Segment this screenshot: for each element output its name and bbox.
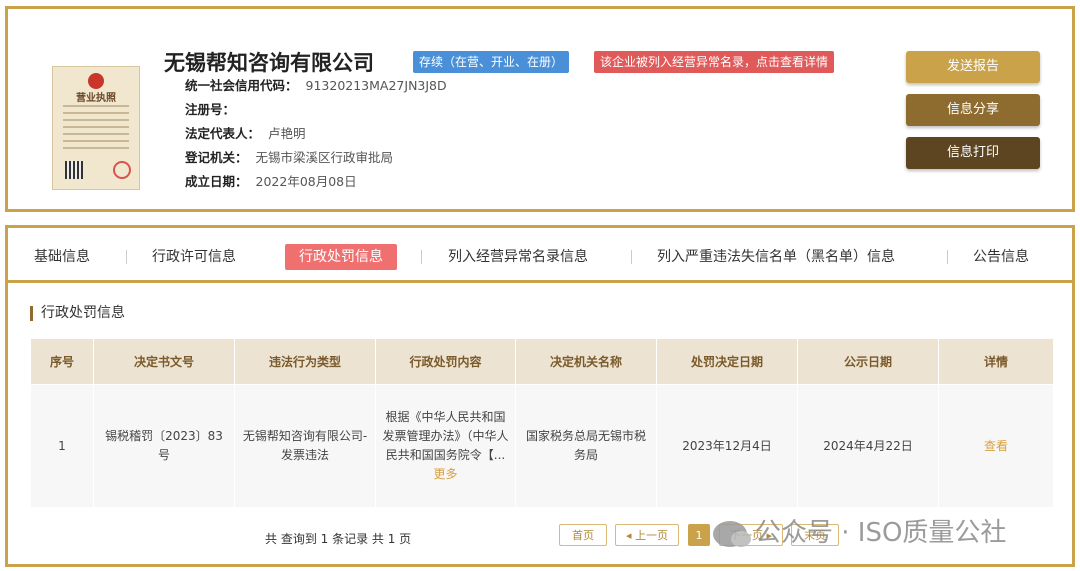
current-page-button[interactable]: 1 bbox=[688, 524, 710, 546]
print-info-button[interactable]: 信息打印 bbox=[906, 137, 1040, 169]
cell-no: 1 bbox=[30, 384, 94, 508]
establishment-date-value: 2022年08月08日 bbox=[255, 174, 357, 189]
registration-number-row: 注册号： bbox=[185, 99, 243, 118]
prev-page-button[interactable]: ◂ 上一页 bbox=[615, 524, 679, 546]
qr-code-icon bbox=[65, 161, 83, 179]
tab-administrative-license[interactable]: 行政许可信息 bbox=[152, 244, 236, 270]
watermark-text: 公众号 · ISO质量公社 bbox=[755, 518, 1007, 548]
business-license-image[interactable]: 营业执照 bbox=[52, 66, 140, 190]
license-title: 营业执照 bbox=[76, 93, 116, 104]
send-report-button[interactable]: 发送报告 bbox=[906, 51, 1040, 83]
col-header-authority: 决定机关名称 bbox=[515, 338, 657, 385]
share-info-button[interactable]: 信息分享 bbox=[906, 94, 1040, 126]
registration-authority-label: 登记机关： bbox=[185, 150, 248, 165]
tab-administrative-penalty[interactable]: 行政处罚信息 bbox=[285, 244, 397, 270]
cell-publish-date: 2024年4月22日 bbox=[797, 384, 939, 508]
penalty-content-text: 根据《中华人民共和国发票管理办法》（中华人民共和国国务院令【... bbox=[382, 410, 509, 462]
cell-violation-type: 无锡帮知咨询有限公司-发票违法 bbox=[234, 384, 376, 508]
tab-abnormal-list[interactable]: 列入经营异常名录信息 bbox=[448, 244, 588, 270]
credit-code-value: 91320213MA27JN3J8D bbox=[305, 78, 447, 93]
more-link[interactable]: 更多 bbox=[382, 465, 509, 484]
section-title: 行政处罚信息 bbox=[30, 306, 125, 321]
col-header-no: 序号 bbox=[30, 338, 94, 385]
cell-decision-date: 2023年12月4日 bbox=[656, 384, 798, 508]
seal-icon bbox=[113, 161, 131, 179]
cell-doc-no: 锡税稽罚〔2023〕83号 bbox=[93, 384, 235, 508]
col-header-detail: 详情 bbox=[938, 338, 1054, 385]
registration-authority-value: 无锡市梁溪区行政审批局 bbox=[255, 150, 394, 165]
abnormal-list-notice[interactable]: 该企业被列入经营异常名录，点击查看详情 bbox=[594, 51, 835, 73]
pagination-summary: 共 查询到 1 条记录 共 1 页 bbox=[265, 532, 412, 546]
legal-representative-label: 法定代表人： bbox=[185, 126, 261, 141]
legal-representative-row: 法定代表人： 卢艳明 bbox=[185, 123, 306, 142]
col-header-penalty-content: 行政处罚内容 bbox=[375, 338, 516, 385]
cell-detail: 查看 bbox=[938, 384, 1054, 508]
col-header-violation-type: 违法行为类型 bbox=[234, 338, 376, 385]
registration-number-label: 注册号： bbox=[185, 102, 236, 117]
company-header-card: 营业执照 无锡帮知咨询有限公司 存续（在营、开业、在册） 该企业被列入经营异常名… bbox=[5, 6, 1075, 212]
credit-code-row: 统一社会信用代码： 91320213MA27JN3J8D bbox=[185, 75, 447, 94]
col-header-doc-no: 决定书文号 bbox=[93, 338, 235, 385]
establishment-date-row: 成立日期： 2022年08月08日 bbox=[185, 171, 357, 190]
table-header-row: 序号 决定书文号 违法行为类型 行政处罚内容 决定机关名称 处罚决定日期 公示日… bbox=[30, 338, 1054, 385]
cell-authority: 国家税务总局无锡市税务局 bbox=[515, 384, 657, 508]
national-emblem-icon bbox=[88, 73, 104, 89]
cell-penalty-content: 根据《中华人民共和国发票管理办法》（中华人民共和国国务院令【... 更多 bbox=[375, 384, 516, 508]
company-name: 无锡帮知咨询有限公司 bbox=[164, 51, 374, 75]
tab-announcements[interactable]: 公告信息 bbox=[973, 244, 1029, 270]
col-header-decision-date: 处罚决定日期 bbox=[656, 338, 798, 385]
tab-basic-info[interactable]: 基础信息 bbox=[34, 244, 90, 270]
credit-code-label: 统一社会信用代码： bbox=[185, 78, 298, 93]
penalty-table: 序号 决定书文号 违法行为类型 行政处罚内容 决定机关名称 处罚决定日期 公示日… bbox=[30, 338, 1054, 508]
watermark: 公众号 · ISO质量公社 bbox=[713, 512, 1006, 549]
col-header-publish-date: 公示日期 bbox=[797, 338, 939, 385]
legal-representative-value: 卢艳明 bbox=[268, 126, 306, 141]
view-detail-link[interactable]: 查看 bbox=[984, 439, 1008, 453]
first-page-button[interactable]: 首页 bbox=[559, 524, 607, 546]
status-badge: 存续（在营、开业、在册） bbox=[413, 51, 570, 73]
registration-authority-row: 登记机关： 无锡市梁溪区行政审批局 bbox=[185, 147, 393, 166]
establishment-date-label: 成立日期： bbox=[185, 174, 248, 189]
tab-blacklist[interactable]: 列入严重违法失信名单（黑名单）信息 bbox=[657, 244, 895, 270]
tab-bar: 基础信息 行政许可信息 行政处罚信息 列入经营异常名录信息 列入严重违法失信名单… bbox=[8, 228, 1072, 283]
table-row: 1 锡税稽罚〔2023〕83号 无锡帮知咨询有限公司-发票违法 根据《中华人民共… bbox=[30, 384, 1054, 508]
wechat-icon bbox=[713, 520, 751, 547]
info-tabs-card: 基础信息 行政许可信息 行政处罚信息 列入经营异常名录信息 列入严重违法失信名单… bbox=[5, 225, 1075, 567]
